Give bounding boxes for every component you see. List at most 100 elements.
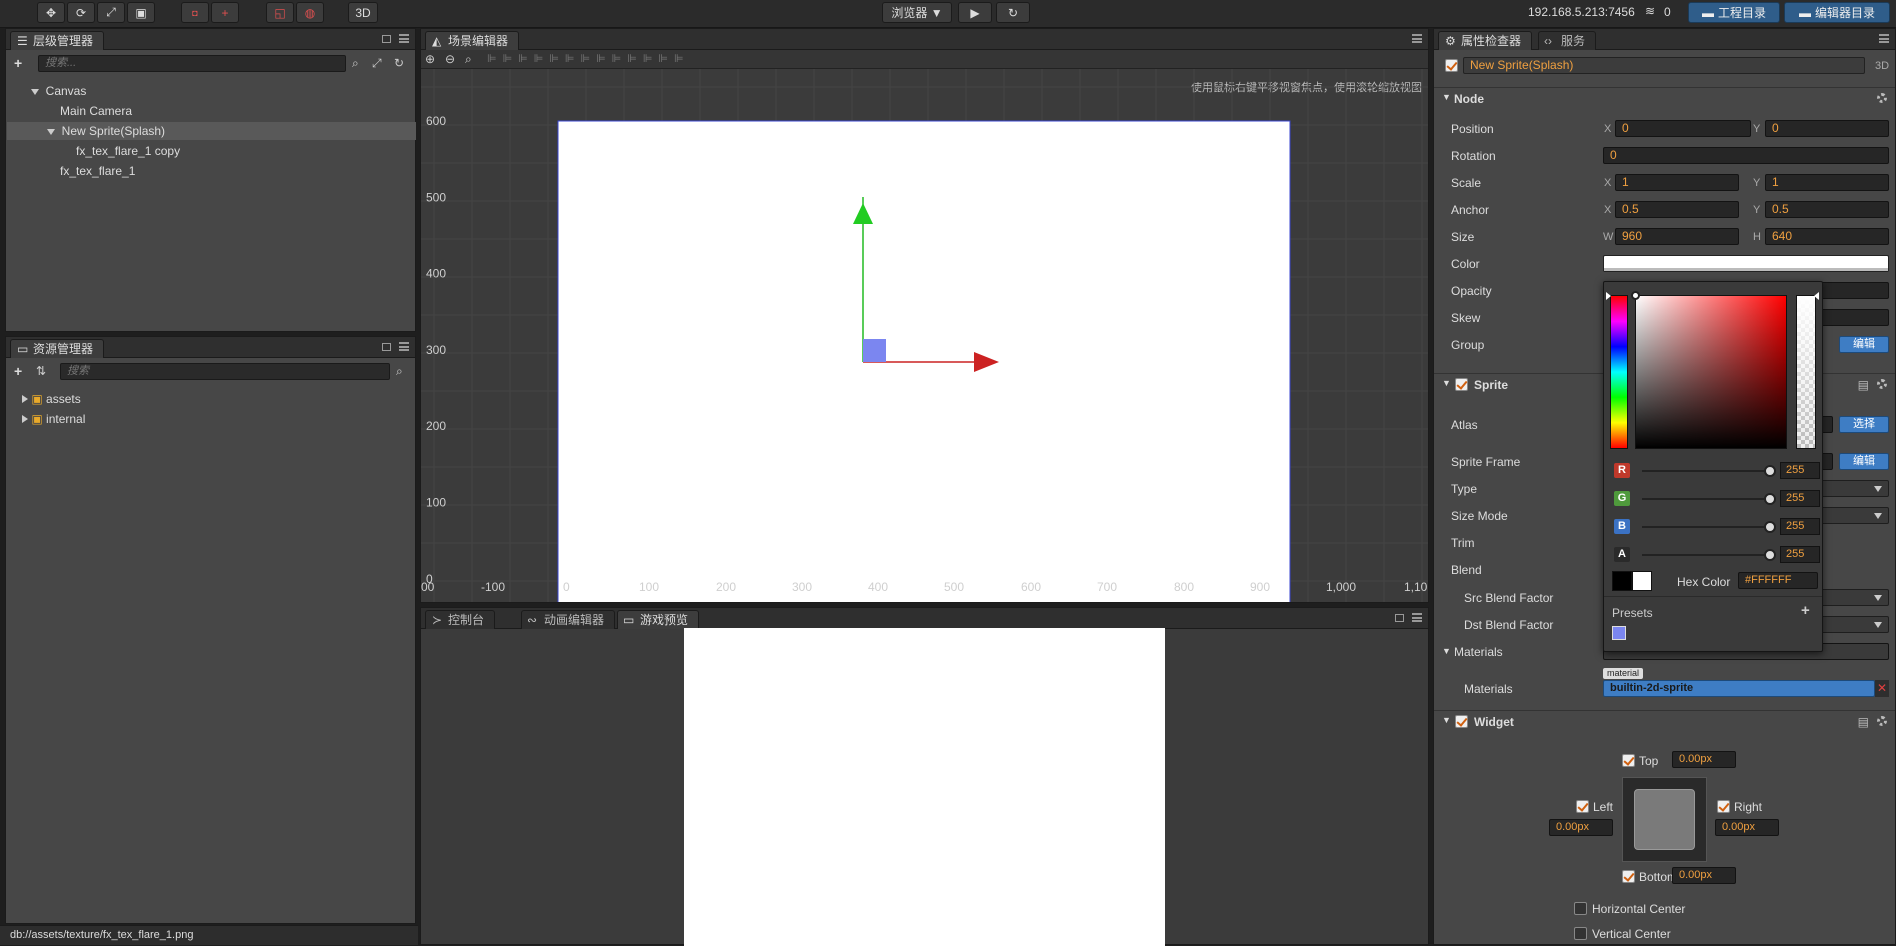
- zoom-in-icon[interactable]: ⊕: [425, 52, 435, 66]
- panel-menu-icon[interactable]: [399, 34, 409, 43]
- panel-menu-icon[interactable]: [1412, 34, 1422, 43]
- tab-hierarchy[interactable]: ☰ 层级管理器: [10, 31, 105, 50]
- gear-icon[interactable]: [1877, 379, 1887, 389]
- pivot-local-button[interactable]: ◘: [181, 2, 209, 23]
- search-icon[interactable]: ⌕: [352, 56, 359, 71]
- widget-right-checkbox[interactable]: [1717, 800, 1730, 813]
- tab-animation-editor[interactable]: ∾ 动画编辑器: [521, 610, 616, 629]
- expand-arrow-icon[interactable]: [47, 129, 55, 135]
- color-swatch[interactable]: [1603, 255, 1889, 272]
- widget-left-input[interactable]: 0.00px: [1549, 819, 1613, 836]
- zoom-out-icon[interactable]: ⊖: [445, 52, 455, 66]
- red-value-input[interactable]: 255: [1780, 462, 1820, 479]
- mode-3d-button[interactable]: 3D: [348, 2, 378, 23]
- hue-slider[interactable]: [1610, 295, 1628, 449]
- play-button[interactable]: ▶: [958, 2, 992, 23]
- alpha-slider[interactable]: [1796, 295, 1816, 449]
- sort-icon[interactable]: ⇅: [36, 364, 46, 378]
- widget-top-input[interactable]: 0.00px: [1672, 751, 1736, 768]
- widget-section-header[interactable]: ▼ Widget ▤: [1434, 710, 1895, 732]
- popout-icon[interactable]: [382, 343, 391, 351]
- color-handle[interactable]: [1631, 291, 1640, 300]
- saturation-value-area[interactable]: [1631, 291, 1787, 449]
- tab-inspector[interactable]: ⚙ 属性检查器: [1438, 31, 1533, 50]
- atlas-select-button[interactable]: 选择: [1839, 416, 1889, 433]
- tree-node-flare[interactable]: fx_tex_flare_1: [60, 162, 135, 180]
- size-width-input[interactable]: 960: [1615, 228, 1739, 245]
- alpha-value-input[interactable]: 255: [1780, 546, 1820, 563]
- hue-handle-icon[interactable]: [1606, 292, 1611, 300]
- green-slider-knob[interactable]: [1764, 493, 1776, 505]
- tab-scene-editor[interactable]: ◭ 场景编辑器: [425, 31, 520, 50]
- expand-arrow-icon[interactable]: [31, 89, 39, 95]
- book-icon[interactable]: ▤: [1858, 378, 1869, 392]
- old-color-swatch[interactable]: [1612, 571, 1632, 591]
- editor-dir-button[interactable]: ▬ 编辑器目录: [1784, 2, 1890, 23]
- group-edit-button[interactable]: 编辑: [1839, 336, 1889, 353]
- snap-button[interactable]: ◱: [266, 2, 294, 23]
- gizmo-center-handle[interactable]: [863, 339, 886, 362]
- preset-swatch[interactable]: [1612, 626, 1626, 640]
- widget-left-checkbox[interactable]: [1576, 800, 1589, 813]
- rotate-tool-button[interactable]: ⟳: [67, 2, 95, 23]
- collapse-arrow-icon[interactable]: ▼: [1442, 378, 1451, 388]
- refresh-icon[interactable]: ↻: [394, 56, 404, 70]
- hierarchy-search-input[interactable]: 搜索...: [38, 55, 346, 72]
- tree-node-new-sprite-selected[interactable]: New Sprite(Splash): [7, 122, 416, 140]
- widget-alignment-box[interactable]: [1622, 777, 1707, 862]
- green-slider-track[interactable]: [1642, 498, 1770, 500]
- close-icon[interactable]: ✕: [1875, 680, 1889, 697]
- position-y-input[interactable]: 0: [1765, 120, 1889, 137]
- tree-node-flare-copy[interactable]: fx_tex_flare_1 copy: [76, 142, 180, 160]
- asset-folder-internal[interactable]: ▣ internal: [22, 410, 85, 428]
- red-slider-track[interactable]: [1642, 470, 1770, 472]
- collapse-arrow-icon[interactable]: ▼: [1442, 646, 1451, 656]
- assets-search-input[interactable]: 搜索: [60, 363, 390, 380]
- gear-icon[interactable]: [1877, 93, 1887, 103]
- book-icon[interactable]: ▤: [1858, 715, 1869, 729]
- refresh-button[interactable]: ↻: [996, 2, 1030, 23]
- red-slider-knob[interactable]: [1764, 465, 1776, 477]
- position-x-input[interactable]: 0: [1615, 120, 1751, 137]
- project-dir-button[interactable]: ▬ 工程目录: [1688, 2, 1780, 23]
- anchor-y-input[interactable]: 0.5: [1765, 201, 1889, 218]
- add-node-button[interactable]: +: [14, 55, 22, 71]
- size-height-input[interactable]: 640: [1765, 228, 1889, 245]
- gear-icon[interactable]: [1877, 716, 1887, 726]
- tab-console[interactable]: ≻ 控制台: [425, 610, 496, 629]
- play-mode-dropdown[interactable]: 浏览器 ▼: [882, 2, 952, 23]
- scale-tool-button[interactable]: ⤢: [97, 2, 125, 23]
- game-preview-view[interactable]: [684, 628, 1165, 946]
- panel-menu-icon[interactable]: [1879, 34, 1889, 43]
- blue-value-input[interactable]: 255: [1780, 518, 1820, 535]
- horizontal-center-checkbox[interactable]: [1574, 902, 1587, 915]
- blue-slider-track[interactable]: [1642, 526, 1770, 528]
- tab-services[interactable]: ‹› 服务: [1538, 31, 1597, 50]
- widget-bottom-input[interactable]: 0.00px: [1672, 867, 1736, 884]
- sprite-enabled-checkbox[interactable]: [1455, 378, 1468, 391]
- node-section-header[interactable]: ▼ Node: [1434, 87, 1895, 109]
- blue-slider-knob[interactable]: [1764, 521, 1776, 533]
- collapse-arrow-icon[interactable]: ▼: [1442, 92, 1451, 102]
- tree-node-canvas[interactable]: Canvas: [31, 82, 86, 100]
- vertical-center-checkbox[interactable]: [1574, 927, 1587, 940]
- popout-icon[interactable]: [382, 35, 391, 43]
- collapse-arrow-icon[interactable]: ▼: [1442, 715, 1451, 725]
- green-value-input[interactable]: 255: [1780, 490, 1820, 507]
- alpha-handle-icon[interactable]: [1814, 292, 1819, 300]
- new-color-swatch[interactable]: [1632, 571, 1652, 591]
- rect-tool-button[interactable]: ▣: [127, 2, 155, 23]
- node-name-input[interactable]: New Sprite(Splash): [1463, 57, 1865, 74]
- align-buttons-icon[interactable]: ⊫⊫⊫⊫⊫⊫⊫⊫⊫⊫⊫⊫⊫: [487, 52, 690, 65]
- node-active-checkbox[interactable]: [1445, 59, 1458, 72]
- sprite-frame-edit-button[interactable]: 编辑: [1839, 453, 1889, 470]
- tab-game-preview[interactable]: ▭ 游戏预览: [617, 610, 700, 629]
- panel-menu-icon[interactable]: [399, 342, 409, 351]
- pivot-center-button[interactable]: +: [211, 2, 239, 23]
- collapse-arrow-icon[interactable]: [22, 395, 28, 403]
- hex-color-input[interactable]: #FFFFFF: [1738, 572, 1818, 589]
- alpha-slider-knob[interactable]: [1764, 549, 1776, 561]
- asset-folder-assets[interactable]: ▣ assets: [22, 390, 81, 408]
- scale-x-input[interactable]: 1: [1615, 174, 1739, 191]
- scene-viewport[interactable]: 6005004003002001000 00 -100 0 100 200 300 400 5…: [421, 69, 1428, 602]
